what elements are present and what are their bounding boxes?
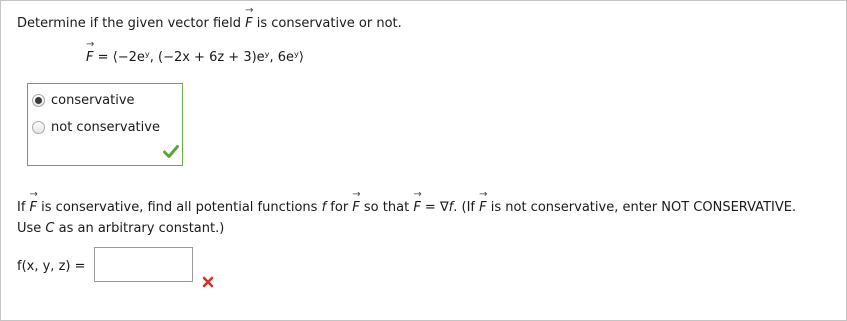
choice-label: not conservative (51, 120, 160, 135)
question2-line1: If F is conservative, find all potential… (17, 189, 797, 215)
q2-text: as an arbitrary constant.) (54, 221, 225, 236)
vector-f: F (479, 189, 487, 215)
vector-f: F (413, 189, 421, 215)
vector-f: F (245, 5, 253, 31)
q2-text: = ∇ (420, 200, 449, 215)
q2-text: is conservative, find all potential func… (37, 200, 322, 215)
wrong-x-icon (202, 276, 214, 288)
q2-text: is not conservative, enter NOT CONSERVAT… (486, 200, 797, 215)
constant-c: C (45, 221, 55, 236)
q2-text: . (If (453, 200, 480, 215)
question-prefix: Determine if the given vector field (17, 16, 246, 31)
q2-text: for (326, 200, 353, 215)
choice-not-conservative[interactable]: not conservative (32, 120, 160, 135)
field-components: ⟨−2eʸ, (−2x + 6z + 3)eʸ, 6eʸ⟩ (112, 50, 304, 65)
radio-selected-icon[interactable] (32, 94, 45, 107)
radio-unselected-icon[interactable] (32, 121, 45, 134)
answer-choices-box: conservative not conservative (27, 83, 183, 166)
vector-f: F (86, 39, 94, 65)
question-text: Determine if the given vector field F is… (17, 5, 402, 31)
q2-text: Use (17, 221, 46, 236)
choice-conservative[interactable]: conservative (32, 93, 135, 108)
equals-sign: = (93, 50, 113, 65)
checkmark-icon (163, 145, 179, 158)
question2-line2: Use C as an arbitrary constant.) (17, 221, 224, 236)
question-suffix: is conservative or not. (252, 16, 402, 31)
field-equation: F = ⟨−2eʸ, (−2x + 6z + 3)eʸ, 6eʸ⟩ (86, 39, 304, 65)
potential-function-input[interactable] (94, 247, 193, 282)
q2-text: If (17, 200, 30, 215)
vector-f: F (30, 189, 38, 215)
choice-label: conservative (51, 93, 135, 108)
vector-f: F (352, 189, 360, 215)
q2-text: so that (359, 200, 414, 215)
answer-label: f(x, y, z) = (17, 259, 86, 274)
